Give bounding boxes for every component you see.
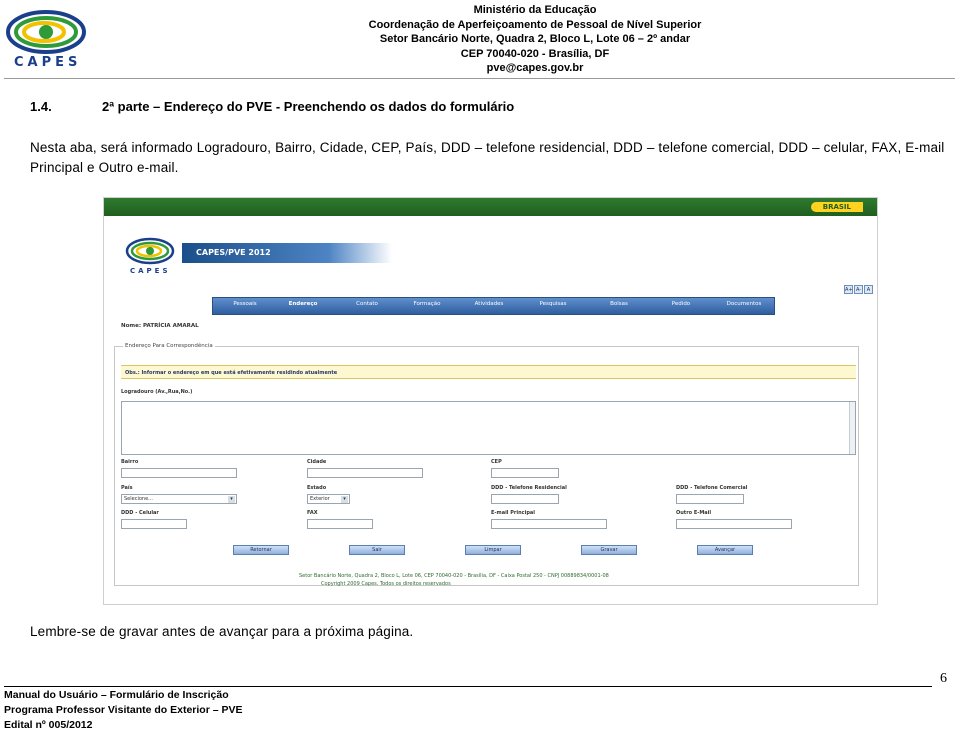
limpar-button[interactable]: Limpar — [465, 545, 521, 555]
cidade-input[interactable] — [307, 468, 423, 478]
section-heading: 1.4. 2ª parte – Endereço do PVE - Preench… — [30, 99, 514, 114]
email-input[interactable] — [491, 519, 607, 529]
notice-banner: Obs.: Informar o endereço em que está ef… — [121, 365, 856, 379]
pais-label: País — [121, 485, 133, 491]
org-line: Setor Bancário Norte, Quadra 2, Bloco L,… — [379, 33, 691, 45]
section-title: 2ª parte – Endereço do PVE - Preenchendo… — [102, 99, 515, 114]
tab-endereco[interactable]: Endereço — [281, 301, 325, 307]
gravar-button[interactable]: Gravar — [581, 545, 637, 555]
cep-label: CEP — [491, 459, 502, 465]
form-screenshot: BRASIL CAPES CAPES/PVE 2012 A+ A- A Pessoa… — [103, 197, 878, 605]
tab-contato[interactable]: Contato — [345, 301, 389, 307]
fax-label: FAX — [307, 510, 318, 516]
estado-select[interactable]: Exterior ▾ — [307, 494, 350, 504]
app-banner: CAPES/PVE 2012 — [182, 243, 392, 263]
retornar-button[interactable]: Retornar — [233, 545, 289, 555]
section-number: 1.4. — [30, 99, 52, 114]
capes-mini-logo-text: CAPES — [130, 267, 171, 275]
logradouro-label: Logradouro (Av.,Rua,No.) — [121, 389, 193, 395]
org-line: pve@capes.gov.br — [486, 62, 584, 74]
brasil-tag[interactable]: BRASIL — [810, 202, 863, 212]
reminder-text: Lembre-se de gravar antes de avançar par… — [30, 624, 414, 639]
textarea-scrollbar[interactable] — [849, 402, 855, 454]
email-label: E-mail Principal — [491, 510, 535, 516]
chevron-down-icon: ▾ — [228, 496, 235, 503]
ddd-celular-label: DDD - Celular — [121, 510, 159, 516]
header-divider — [4, 78, 955, 79]
font-size-controls: A+ A- A — [843, 276, 873, 295]
ddd-comercial-input[interactable] — [676, 494, 744, 504]
org-line: Ministério da Educação — [473, 4, 597, 16]
tab-documentos[interactable]: Documentos — [719, 301, 769, 307]
footer-line: Edital nº 005/2012 — [4, 719, 93, 730]
intro-paragraph: Nesta aba, será informado Logradouro, Ba… — [30, 140, 945, 175]
tab-pedido[interactable]: Pedido — [659, 301, 703, 307]
ddd-comercial-label: DDD - Telefone Comercial — [676, 485, 748, 491]
ddd-residencial-input[interactable] — [491, 494, 559, 504]
gov-bar: BRASIL — [104, 198, 877, 216]
font-increase-button[interactable]: A+ — [844, 285, 853, 294]
font-reset-button[interactable]: A — [864, 285, 873, 294]
page-number: 6 — [940, 671, 947, 686]
cidade-label: Cidade — [307, 459, 327, 465]
bairro-input[interactable] — [121, 468, 237, 478]
pais-value: Selecione... — [124, 496, 153, 502]
footer-line: Manual do Usuário – Formulário de Inscri… — [4, 689, 229, 701]
font-decrease-button[interactable]: A- — [854, 285, 863, 294]
fax-input[interactable] — [307, 519, 373, 529]
organization-block: Ministério da Educação Coordenação de Ap… — [260, 3, 810, 76]
form-tabs: Pessoais Endereço Contato Formação Ativi… — [212, 297, 775, 315]
document-header: CAPES Ministério da Educação Coordenação… — [0, 0, 959, 80]
org-line: CEP 70040-020 - Brasília, DF — [460, 47, 610, 60]
fieldset-legend: Endereço Para Correspondência — [123, 343, 215, 349]
outro-email-input[interactable] — [676, 519, 792, 529]
org-line: Coordenação de Aperfeiçoamento de Pessoa… — [368, 18, 702, 31]
cep-input[interactable] — [491, 468, 559, 478]
tab-atividades[interactable]: Atividades — [467, 301, 511, 307]
avancar-button[interactable]: Avançar — [697, 545, 753, 555]
chevron-down-icon: ▾ — [341, 496, 348, 503]
tab-bolsas[interactable]: Bolsas — [597, 301, 641, 307]
logradouro-textarea[interactable] — [121, 401, 856, 455]
outro-email-label: Outro E-Mail — [676, 510, 712, 516]
document-footer: Manual do Usuário – Formulário de Inscri… — [4, 688, 242, 730]
footer-divider — [4, 686, 932, 687]
ddd-celular-input[interactable] — [121, 519, 187, 529]
address-fieldset: Endereço Para Correspondência Obs.: Info… — [114, 343, 859, 586]
tab-pesquisas[interactable]: Pesquisas — [531, 301, 575, 307]
footer-line: Programa Professor Visitante do Exterior… — [4, 704, 243, 716]
screenshot-footer: Setor Bancário Norte, Quadra 2, Bloco L,… — [299, 572, 609, 588]
ddd-residencial-label: DDD - Telefone Residencial — [491, 485, 567, 491]
tab-pessoais[interactable]: Pessoais — [223, 301, 267, 307]
screenshot-footer-address: Setor Bancário Norte, Quadra 2, Bloco L,… — [299, 573, 609, 579]
applicant-name: Nome: PATRÍCIA AMARAL — [121, 323, 199, 329]
screenshot-footer-copyright: Copyright 2009 Capes. Todos os direitos … — [321, 581, 451, 587]
estado-value: Exterior — [310, 496, 330, 502]
pais-select[interactable]: Selecione... ▾ — [121, 494, 237, 504]
sair-button[interactable]: Sair — [349, 545, 405, 555]
capes-logo-text: CAPES — [14, 55, 82, 70]
bairro-label: Bairro — [121, 459, 139, 465]
tab-formacao[interactable]: Formação — [405, 301, 449, 307]
estado-label: Estado — [307, 485, 327, 491]
